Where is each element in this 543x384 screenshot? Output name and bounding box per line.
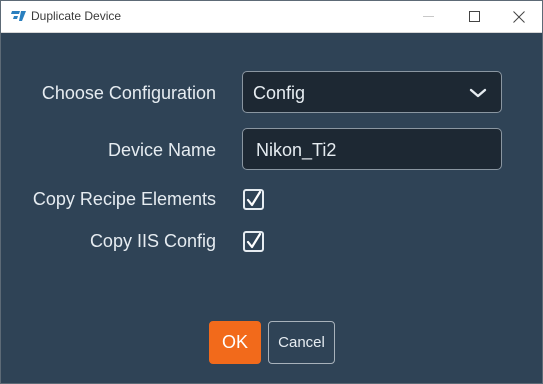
configuration-dropdown[interactable]: Config — [242, 71, 502, 113]
copy-recipe-elements-checkbox[interactable] — [243, 189, 264, 210]
checkmark-icon — [246, 191, 262, 207]
checkmark-icon — [246, 233, 262, 249]
chevron-down-icon — [469, 88, 487, 98]
duplicate-device-dialog: Duplicate Device Choose Configuration Co… — [0, 0, 543, 384]
close-button[interactable] — [496, 1, 542, 32]
configuration-value: Config — [253, 83, 306, 103]
device-name-label: Device Name — [107, 140, 216, 160]
device-name-value: Nikon_Ti2 — [256, 140, 337, 160]
minimize-icon — [422, 16, 434, 17]
maximize-button[interactable] — [451, 1, 497, 32]
app-logo-icon — [11, 11, 26, 21]
device-name-input[interactable]: Nikon_Ti2 — [242, 128, 502, 170]
minimize-button[interactable] — [405, 1, 451, 32]
copy-iis-config-label: Copy IIS Config — [89, 231, 216, 251]
title-bar: Duplicate Device — [1, 1, 542, 33]
copy-recipe-elements-label: Copy Recipe Elements — [32, 189, 216, 209]
cancel-button[interactable]: Cancel — [268, 321, 335, 364]
window-title: Duplicate Device — [31, 9, 122, 23]
copy-iis-config-checkbox[interactable] — [243, 231, 264, 252]
maximize-icon — [468, 11, 480, 22]
configuration-label: Choose Configuration — [41, 83, 216, 103]
close-icon — [513, 10, 525, 23]
ok-button[interactable]: OK — [209, 321, 261, 364]
